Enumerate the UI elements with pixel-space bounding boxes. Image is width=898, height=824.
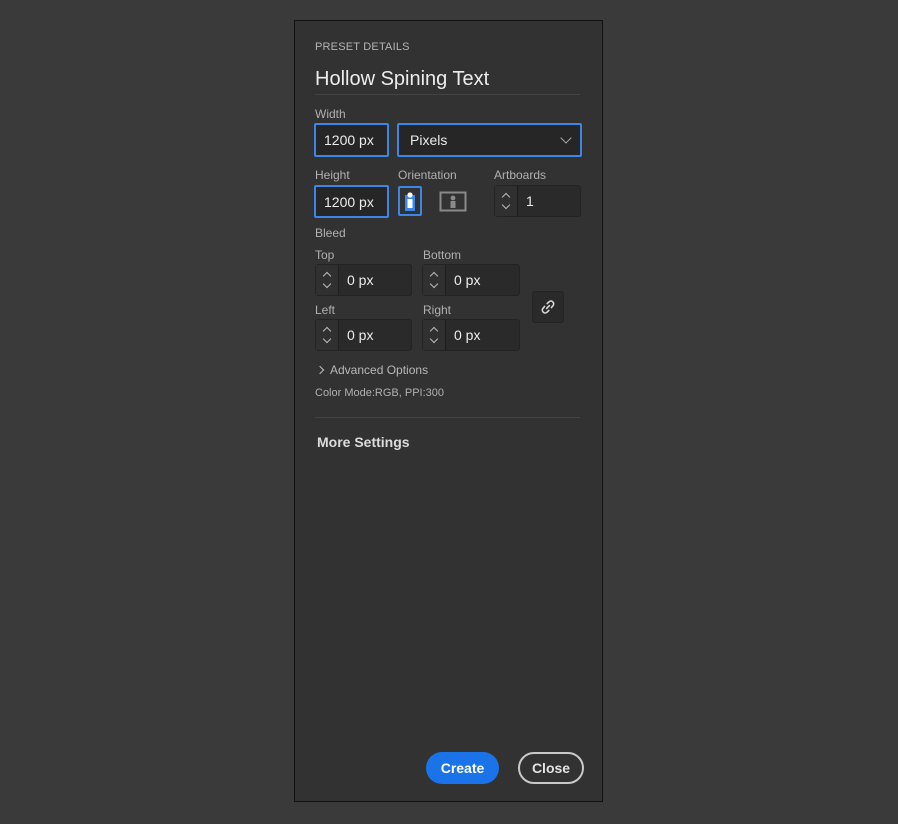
- width-label: Width: [315, 107, 346, 121]
- bleed-top-label: Top: [315, 248, 335, 262]
- orientation-label: Orientation: [398, 168, 457, 182]
- bleed-left-label: Left: [315, 303, 336, 317]
- advanced-options-label: Advanced Options: [330, 363, 429, 377]
- width-value: 1200 px: [324, 132, 374, 148]
- bleed-bottom-stepper-arrows[interactable]: [423, 265, 446, 295]
- color-mode-info: Color Mode:RGB, PPI:300: [315, 387, 445, 399]
- link-bleed-button[interactable]: [532, 291, 564, 323]
- bleed-top-value[interactable]: 0 px: [339, 265, 411, 295]
- bleed-bottom-value[interactable]: 0 px: [446, 265, 519, 295]
- preset-name-field[interactable]: Hollow Spining Text: [315, 68, 489, 91]
- bleed-top-stepper[interactable]: 0 px: [315, 264, 412, 296]
- bleed-bottom-label: Bottom: [423, 248, 462, 262]
- bleed-label: Bleed: [315, 226, 346, 240]
- orientation-landscape-button[interactable]: [438, 186, 468, 216]
- bleed-right-stepper-arrows[interactable]: [423, 320, 446, 350]
- landscape-icon: [439, 191, 467, 212]
- create-button[interactable]: Create: [426, 752, 499, 784]
- portrait-icon: [405, 192, 415, 211]
- divider: [315, 94, 580, 95]
- advanced-options-toggle[interactable]: Advanced Options: [315, 363, 429, 377]
- section-label: PRESET DETAILS: [315, 41, 410, 53]
- preset-details-panel: PRESET DETAILS Hollow Spining Text Width…: [294, 20, 603, 802]
- chevron-down-icon[interactable]: [429, 334, 439, 344]
- chevron-down-icon[interactable]: [501, 200, 511, 210]
- unit-selected-value: Pixels: [410, 132, 448, 148]
- artboards-stepper[interactable]: 1: [494, 185, 581, 217]
- bleed-left-stepper[interactable]: 0 px: [315, 319, 412, 351]
- chevron-down-icon[interactable]: [322, 279, 332, 289]
- width-input[interactable]: 1200 px: [314, 123, 389, 157]
- bleed-top-stepper-arrows[interactable]: [316, 265, 339, 295]
- height-label: Height: [315, 168, 350, 182]
- link-icon: [541, 300, 555, 314]
- unit-dropdown[interactable]: Pixels: [397, 123, 582, 157]
- more-settings-button[interactable]: More Settings: [317, 434, 410, 450]
- artboards-value[interactable]: 1: [518, 186, 580, 216]
- chevron-down-icon[interactable]: [429, 279, 439, 289]
- height-input[interactable]: 1200 px: [314, 185, 389, 218]
- bleed-bottom-stepper[interactable]: 0 px: [422, 264, 520, 296]
- bleed-right-stepper[interactable]: 0 px: [422, 319, 520, 351]
- bleed-left-value[interactable]: 0 px: [339, 320, 411, 350]
- height-value: 1200 px: [324, 193, 374, 210]
- orientation-portrait-button[interactable]: [398, 186, 422, 216]
- chevron-down-icon: [560, 132, 572, 144]
- artboards-label: Artboards: [494, 168, 547, 182]
- bleed-right-label: Right: [423, 303, 452, 317]
- artboards-stepper-arrows[interactable]: [495, 186, 518, 216]
- bleed-left-stepper-arrows[interactable]: [316, 320, 339, 350]
- divider: [315, 417, 580, 418]
- chevron-right-icon: [315, 365, 325, 375]
- chevron-down-icon[interactable]: [322, 334, 332, 344]
- close-button[interactable]: Close: [518, 752, 584, 784]
- bleed-right-value[interactable]: 0 px: [446, 320, 519, 350]
